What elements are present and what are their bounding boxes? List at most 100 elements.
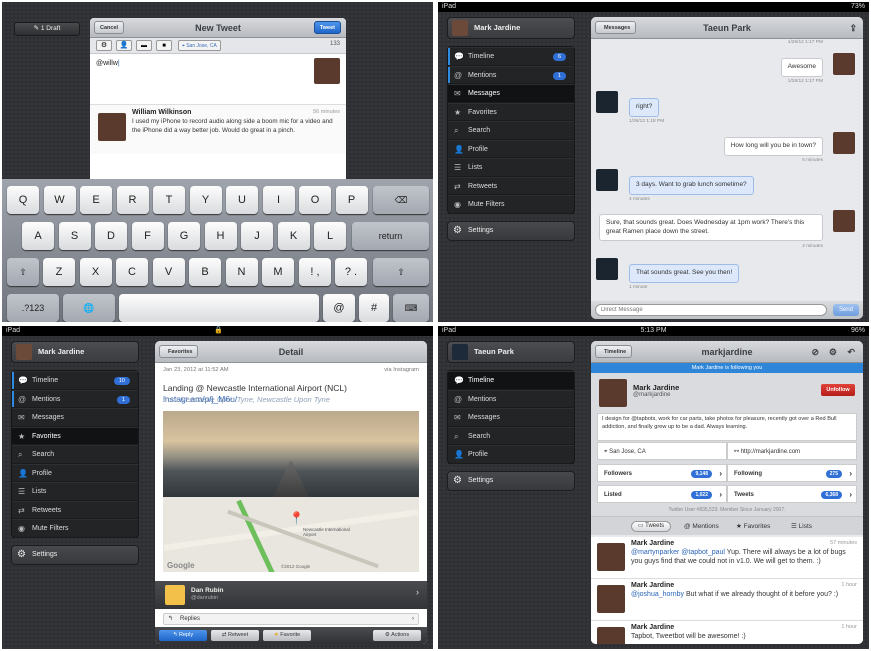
globe-icon[interactable]: 🌐 xyxy=(63,294,115,322)
sidebar-item-lists[interactable]: ☰ Lists xyxy=(448,158,574,177)
key-f[interactable]: F xyxy=(131,222,164,250)
numbers-key[interactable]: .?123 xyxy=(7,294,59,322)
listed-cell[interactable]: Listed 1,022 › xyxy=(597,485,727,503)
key-v[interactable]: V xyxy=(152,258,185,286)
tweet-location[interactable]: from Newcastle Upon Tyne, Newcastle Upon… xyxy=(163,395,330,404)
compose-text-area[interactable]: @willw| xyxy=(90,54,346,106)
url-cell[interactable]: ⚯ http://markjardine.com xyxy=(727,442,857,460)
settings-button[interactable]: ⚙ Settings xyxy=(11,545,139,565)
account-header[interactable]: Mark Jardine xyxy=(447,17,575,39)
account-header[interactable]: Taeun Park xyxy=(447,341,575,363)
key-s[interactable]: S xyxy=(58,222,91,250)
sidebar-item-profile[interactable]: 👤 Profile xyxy=(448,139,574,158)
sidebar-item-search[interactable]: ⌕ Search xyxy=(448,426,574,445)
gear-icon[interactable]: ⚙ xyxy=(829,341,837,363)
sidebar-item-mentions[interactable]: @ Mentions xyxy=(448,389,574,408)
key-u[interactable]: U xyxy=(226,186,258,214)
back-button[interactable]: Favorites xyxy=(159,345,199,358)
key-e[interactable]: E xyxy=(80,186,112,214)
sidebar-item-timeline[interactable]: 💬 Timeline xyxy=(448,371,574,390)
followers-cell[interactable]: Followers 9,148 › xyxy=(597,464,727,482)
key-n[interactable]: N xyxy=(225,258,258,286)
sidebar-item-mute-filters[interactable]: ◉ Mute Filters xyxy=(12,519,138,538)
sidebar-item-lists[interactable]: ☰ Lists xyxy=(12,482,138,501)
key-question-period[interactable]: ? . xyxy=(335,258,367,286)
sidebar-item-timeline[interactable]: 💬 Timeline 10 xyxy=(12,371,138,390)
gear-icon[interactable]: ⚙ xyxy=(96,40,112,51)
settings-button[interactable]: ⚙ Settings xyxy=(447,221,575,241)
key-m[interactable]: M xyxy=(262,258,294,286)
key-d[interactable]: D xyxy=(95,222,127,250)
sidebar-item-profile[interactable]: 👤 Profile xyxy=(448,445,574,464)
tweet-row[interactable]: Mark Jardine 1 hour @joshua_hornby But w… xyxy=(591,579,863,621)
backspace-icon[interactable]: ⌫ xyxy=(373,186,429,214)
sidebar-item-mentions[interactable]: @ Mentions 1 xyxy=(12,389,138,408)
unfollow-button[interactable]: Unfollow xyxy=(821,384,855,396)
key-h[interactable]: H xyxy=(204,222,237,250)
sidebar-item-retweets[interactable]: ⇄ Retweets xyxy=(448,176,574,195)
key-r[interactable]: R xyxy=(116,186,149,214)
send-tweet-button[interactable]: Tweet xyxy=(313,21,341,34)
return-key[interactable]: return xyxy=(352,222,429,250)
sidebar-item-profile[interactable]: 👤 Profile xyxy=(12,463,138,482)
key-t[interactable]: T xyxy=(153,186,185,214)
key-at[interactable]: @ xyxy=(323,294,355,322)
key-q[interactable]: Q xyxy=(7,186,39,214)
sidebar-item-favorites[interactable]: ★ Favorites xyxy=(448,102,574,121)
key-o[interactable]: O xyxy=(299,186,331,214)
key-a[interactable]: A xyxy=(22,222,54,250)
key-i[interactable]: I xyxy=(262,186,295,214)
shift-icon[interactable]: ⇧ xyxy=(373,258,429,286)
compose-icon[interactable]: ⇪ xyxy=(849,17,857,39)
send-button[interactable]: Send xyxy=(833,304,859,316)
key-x[interactable]: X xyxy=(79,258,112,286)
key-k[interactable]: K xyxy=(277,222,310,250)
sidebar-item-search[interactable]: ⌕ Search xyxy=(448,121,574,140)
key-g[interactable]: G xyxy=(168,222,200,250)
back-button[interactable]: Timeline xyxy=(595,345,633,358)
shift-icon[interactable]: ⇧ xyxy=(7,258,39,286)
actions-button[interactable]: ⚙ Actions xyxy=(373,630,421,641)
tab-mentions[interactable]: @ Mentions xyxy=(684,521,719,532)
sidebar-item-messages[interactable]: ✉ Messages xyxy=(448,408,574,427)
tweet-row[interactable]: Mark Jardine 57 minutes @martynparker @t… xyxy=(591,537,863,579)
space-bar[interactable] xyxy=(119,294,319,322)
sidebar-item-timeline[interactable]: 💬 Timeline 6 xyxy=(448,47,574,66)
tweet-row[interactable]: Mark Jardine 1 hour Tapbot, Tweetbot wil… xyxy=(591,621,863,644)
key-w[interactable]: W xyxy=(43,186,76,214)
key-j[interactable]: J xyxy=(241,222,273,250)
settings-button[interactable]: ⚙ Settings xyxy=(447,471,575,491)
reply-button[interactable]: ↰ Reply xyxy=(159,630,207,641)
tweet-author[interactable]: Dan Rubin @danrubin › xyxy=(155,581,427,609)
key-b[interactable]: B xyxy=(189,258,221,286)
tab-favorites[interactable]: ★ Favorites xyxy=(736,521,770,532)
message-input[interactable] xyxy=(595,304,827,316)
person-icon[interactable]: 👤 xyxy=(116,40,132,51)
sidebar-item-mentions[interactable]: @ Mentions 1 xyxy=(448,65,574,84)
key-y[interactable]: Y xyxy=(189,186,222,214)
sidebar-item-messages[interactable]: ✉ Messages xyxy=(12,408,138,427)
key-z[interactable]: Z xyxy=(43,258,75,286)
block-icon[interactable]: ⊘ xyxy=(811,341,819,363)
back-button[interactable]: Messages xyxy=(595,21,637,34)
location-button[interactable]: ⌖ San Jose, CA xyxy=(178,40,221,51)
sidebar-item-retweets[interactable]: ⇄ Retweets xyxy=(12,500,138,519)
following-cell[interactable]: Following 275 › xyxy=(727,464,857,482)
sidebar-item-mute-filters[interactable]: ◉ Mute Filters xyxy=(448,195,574,214)
reply-arrow-icon[interactable]: ↶ xyxy=(847,341,855,363)
account-header[interactable]: Mark Jardine xyxy=(11,341,139,363)
sidebar-item-messages[interactable]: ✉ Messages xyxy=(448,84,574,103)
key-c[interactable]: C xyxy=(116,258,148,286)
sidebar-item-favorites[interactable]: ★ Favorites xyxy=(12,426,138,445)
location-map[interactable]: 📍 Newcastle International Airport Google… xyxy=(163,497,419,572)
sidebar-item-search[interactable]: ⌕ Search xyxy=(12,445,138,464)
tab-lists[interactable]: ☰ Lists xyxy=(791,521,812,532)
cancel-button[interactable]: Cancel xyxy=(94,21,125,34)
tab-tweets[interactable]: ▭ Tweets xyxy=(631,521,671,532)
favorite-button[interactable]: ★ Favorite xyxy=(263,630,311,641)
tweets-cell[interactable]: Tweets 6,368 › xyxy=(727,485,857,503)
drafts-button[interactable]: ✎ 1 Draft xyxy=(14,22,80,36)
camera-icon[interactable]: ■ xyxy=(156,40,172,51)
key-l[interactable]: L xyxy=(314,222,346,250)
mention-suggestion[interactable]: William Wilkinson 56 minutes I used my i… xyxy=(90,104,346,154)
